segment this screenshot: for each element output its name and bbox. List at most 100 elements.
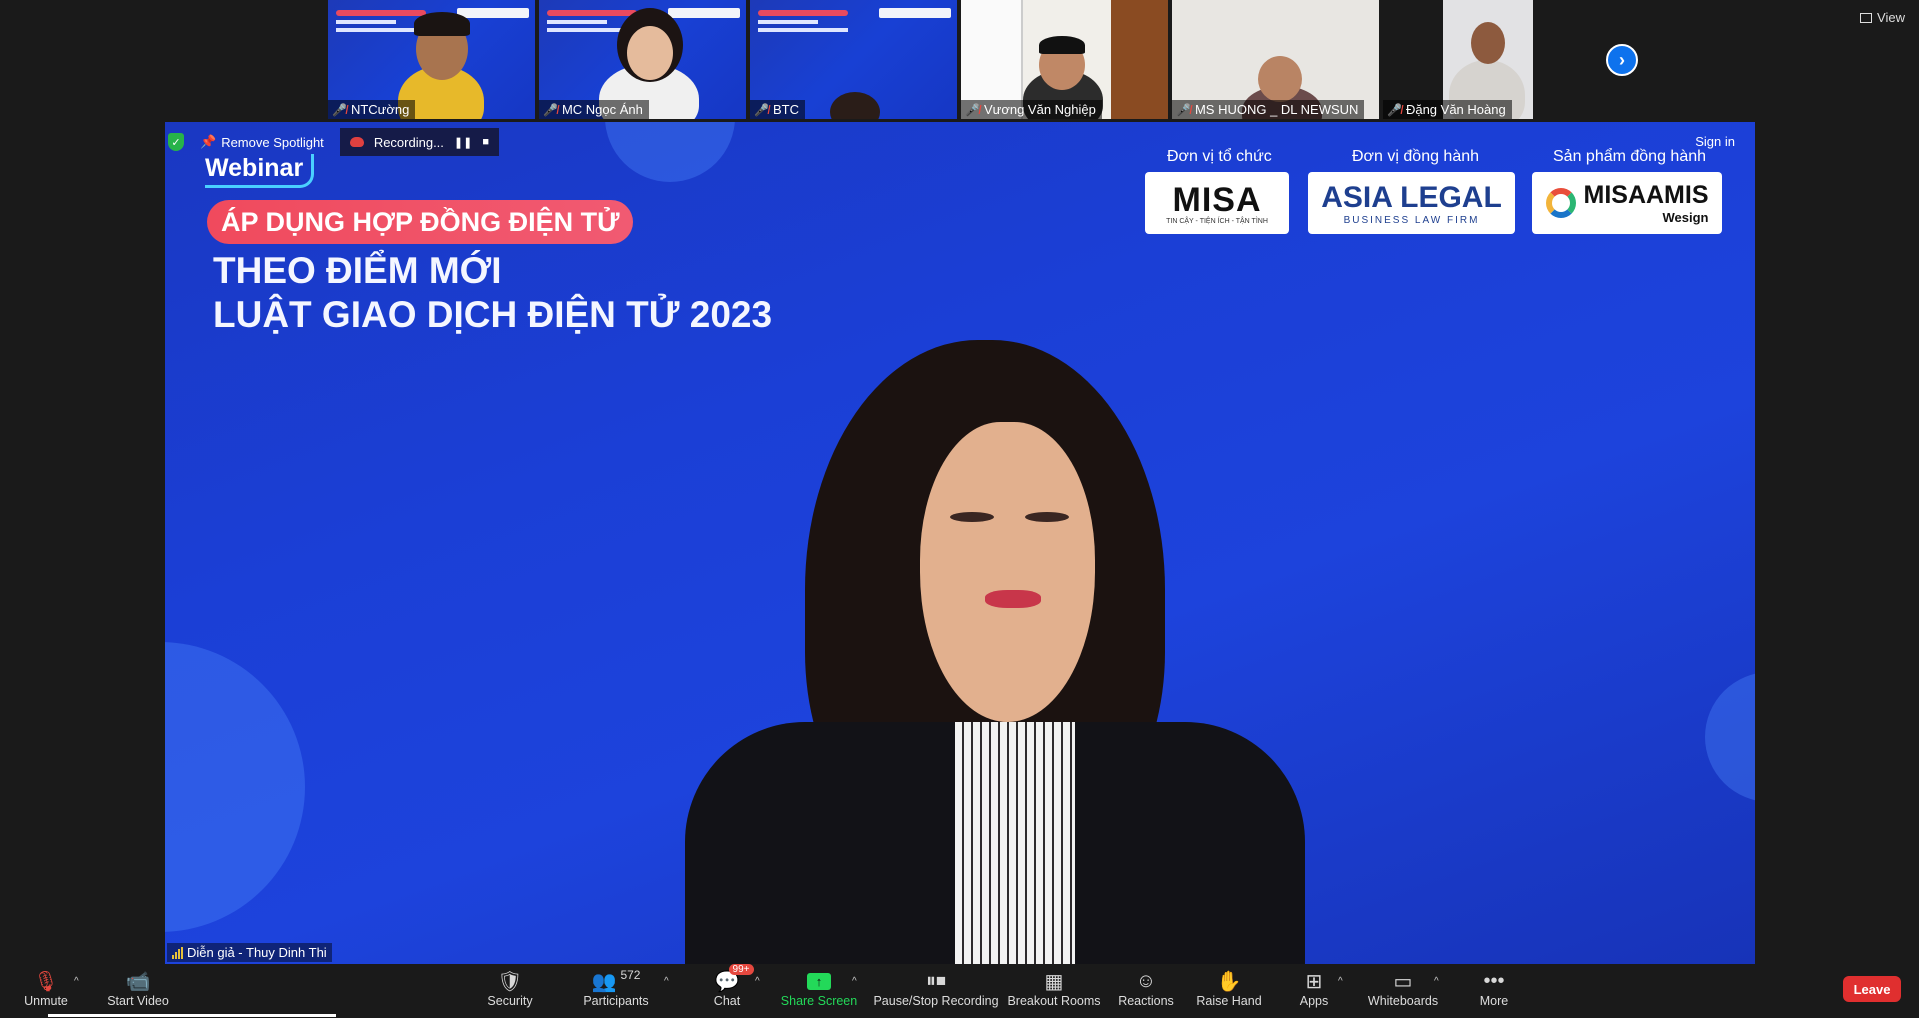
shield-icon: 🛡 (497, 970, 523, 993)
misa-logo-text: MISA (1172, 181, 1262, 219)
security-shield-icon: ✓ (168, 133, 184, 151)
recording-label: Recording... (373, 134, 444, 150)
speaker-name: Diễn giả - Thuy Dinh Thi (187, 945, 327, 960)
breakout-rooms-button[interactable]: ▦ Breakout Rooms (1007, 968, 1101, 1009)
whiteboards-caret-icon[interactable]: ^ (1434, 976, 1439, 987)
participant-tile[interactable]: 🎤̸ Vương Văn Nghiệp (961, 0, 1168, 119)
meeting-toolbar: 🎙 Unmute ^ 📹 Start Video 🛡 Security 👥 572… (0, 964, 1919, 1018)
share-screen-button[interactable]: ↑ Share Screen (780, 968, 858, 1008)
start-video-button[interactable]: 📹 Start Video (107, 968, 169, 1009)
participant-name: Vương Văn Nghiệp (983, 102, 1096, 117)
participant-tile[interactable]: 🎤̸ MS HUONG _ DL NEWSUN (1172, 0, 1379, 119)
reactions-button[interactable]: ☺ Reactions (1118, 968, 1174, 1009)
amis-sub-text: Wesign (1662, 210, 1709, 225)
participants-caret-icon[interactable]: ^ (664, 976, 669, 987)
whiteboard-icon: ▭ (1393, 970, 1413, 993)
signal-strength-icon (172, 946, 183, 959)
reactions-icon: ☺ (1135, 969, 1157, 992)
chat-badge: 99+ (728, 964, 754, 975)
recording-indicator: Recording... ❚❚ ■ (339, 128, 499, 156)
main-speaker-video: Webinar ÁP DỤNG HỢP ĐỒNG ĐIỆN TỬ THEO ĐI… (165, 122, 1755, 964)
security-button[interactable]: 🛡 Security (486, 968, 534, 1009)
raise-hand-icon: ✋ (1216, 970, 1242, 993)
cloud-recording-icon (349, 137, 364, 147)
participant-strip: 🎤̸ NTCường 🎤̸ MC Ngọc Ánh 🎤̸ BTC 🎤̸ Vương Vă… (0, 0, 1919, 120)
participants-count: 572 (620, 968, 641, 982)
asia-tagline: BUSINESS LAW FIRM (1343, 214, 1480, 226)
participant-tile[interactable]: 🎤̸ Đặng Văn Hoàng (1383, 0, 1590, 119)
apps-label: Apps (1299, 994, 1329, 1008)
remove-spotlight-button[interactable]: 📌 Remove Spotlight (194, 131, 330, 153)
asia-legal-logo: ASIA LEGAL BUSINESS LAW FIRM (1308, 172, 1515, 234)
chat-caret-icon[interactable]: ^ (755, 976, 760, 987)
raise-hand-label: Raise Hand (1196, 994, 1262, 1008)
chat-label: Chat (713, 994, 741, 1008)
apps-caret-icon[interactable]: ^ (1338, 976, 1343, 987)
chat-button[interactable]: 💬 99+ Chat (710, 964, 754, 1008)
apps-button[interactable]: ⊞ Apps (1298, 968, 1330, 1009)
toolbar-focus-underline (48, 1014, 336, 1017)
pin-icon: 📌 (200, 134, 217, 149)
slide-pill-title: ÁP DỤNG HỢP ĐỒNG ĐIỆN TỬ (207, 200, 634, 244)
slide-title-line1: THEO ĐIỂM MỚI (213, 250, 502, 291)
mic-muted-icon: 🎤̸ (754, 102, 769, 117)
amis-logo-text: MISAAMIS (1583, 181, 1709, 209)
spotlight-bar: ✓ 📌 Remove Spotlight Recording... ❚❚ ■ (168, 128, 499, 156)
remove-spotlight-label: Remove Spotlight (221, 134, 324, 150)
breakout-rooms-icon: ▦ (1044, 970, 1064, 993)
audio-options-caret-icon[interactable]: ^ (74, 976, 79, 987)
participant-tile[interactable]: 🎤̸ NTCường (328, 0, 535, 119)
participant-tile[interactable]: 🎤̸ MC Ngọc Ánh (539, 0, 746, 119)
reactions-label: Reactions (1118, 994, 1174, 1008)
pause-stop-recording-button[interactable]: ⏸⏹ Pause/Stop Recording (873, 968, 998, 1009)
whiteboards-button[interactable]: ▭ Whiteboards (1367, 968, 1439, 1009)
participant-name: MC Ngọc Ánh (561, 102, 643, 117)
participant-name: NTCường (350, 102, 410, 117)
organizer-heading: Đơn vị tổ chức (1167, 148, 1272, 165)
next-page-icon[interactable]: › (1606, 44, 1638, 76)
more-button[interactable]: ••• More (1478, 968, 1510, 1009)
misa-amis-logo: MISAAMIS Wesign (1532, 172, 1722, 234)
slide-title-line2: LUẬT GIAO DỊCH ĐIỆN TỬ 2023 (213, 294, 773, 335)
leave-button[interactable]: Leave (1843, 976, 1901, 1002)
more-label: More (1479, 994, 1509, 1008)
security-label: Security (487, 994, 533, 1008)
raise-hand-button[interactable]: ✋ Raise Hand (1196, 968, 1262, 1009)
breakout-rooms-label: Breakout Rooms (1007, 994, 1101, 1008)
whiteboards-label: Whiteboards (1367, 994, 1439, 1008)
stop-recording-icon[interactable]: ■ (482, 136, 489, 148)
apps-icon: ⊞ (1305, 970, 1323, 993)
participants-label: Participants (583, 994, 649, 1008)
chat-icon: 💬 99+ (715, 964, 754, 994)
video-off-icon: 📹 (125, 970, 151, 993)
product-heading: Sản phẩm đồng hành (1553, 148, 1707, 165)
partner-heading: Đơn vị đồng hành (1352, 148, 1480, 165)
participants-icon: 👥 572 (591, 968, 641, 993)
participants-button[interactable]: 👥 572 Participants (582, 968, 650, 1008)
view-button[interactable]: View (1860, 10, 1905, 25)
mic-muted-icon: 🎤̸ (1387, 102, 1402, 117)
participant-name: MS HUONG _ DL NEWSUN (1194, 102, 1359, 117)
pause-recording-icon[interactable]: ❚❚ (454, 136, 472, 149)
unmute-button[interactable]: 🎙 Unmute (22, 968, 70, 1009)
more-dots-icon: ••• (1483, 969, 1505, 992)
share-caret-icon[interactable]: ^ (852, 976, 857, 987)
mic-muted-icon: 🎤̸ (965, 102, 980, 117)
misa-logo: MISA TIN CẬY - TIỆN ÍCH - TẬN TÌNH (1145, 172, 1289, 234)
mic-muted-icon: 🎤̸ (332, 102, 347, 117)
participant-name: BTC (772, 102, 799, 117)
participant-tile[interactable]: 🎤̸ BTC (750, 0, 957, 119)
share-screen-label: Share Screen (780, 994, 858, 1008)
share-screen-icon: ↑ (807, 968, 831, 994)
view-grid-icon (1860, 12, 1873, 23)
amis-ring-icon (1545, 188, 1576, 218)
unmute-label: Unmute (24, 994, 68, 1008)
pause-stop-icon: ⏸⏹ (926, 969, 946, 992)
speaker-name-label: Diễn giả - Thuy Dinh Thi (167, 943, 332, 962)
participant-name: Đặng Văn Hoàng (1405, 102, 1506, 117)
asia-logo-text: ASIA LEGAL (1321, 180, 1502, 214)
webinar-label: Webinar (205, 154, 315, 188)
sign-in-link[interactable]: Sign in (1695, 134, 1735, 149)
mic-muted-icon: 🎤̸ (1176, 102, 1191, 117)
mic-muted-icon: 🎤̸ (543, 102, 558, 117)
